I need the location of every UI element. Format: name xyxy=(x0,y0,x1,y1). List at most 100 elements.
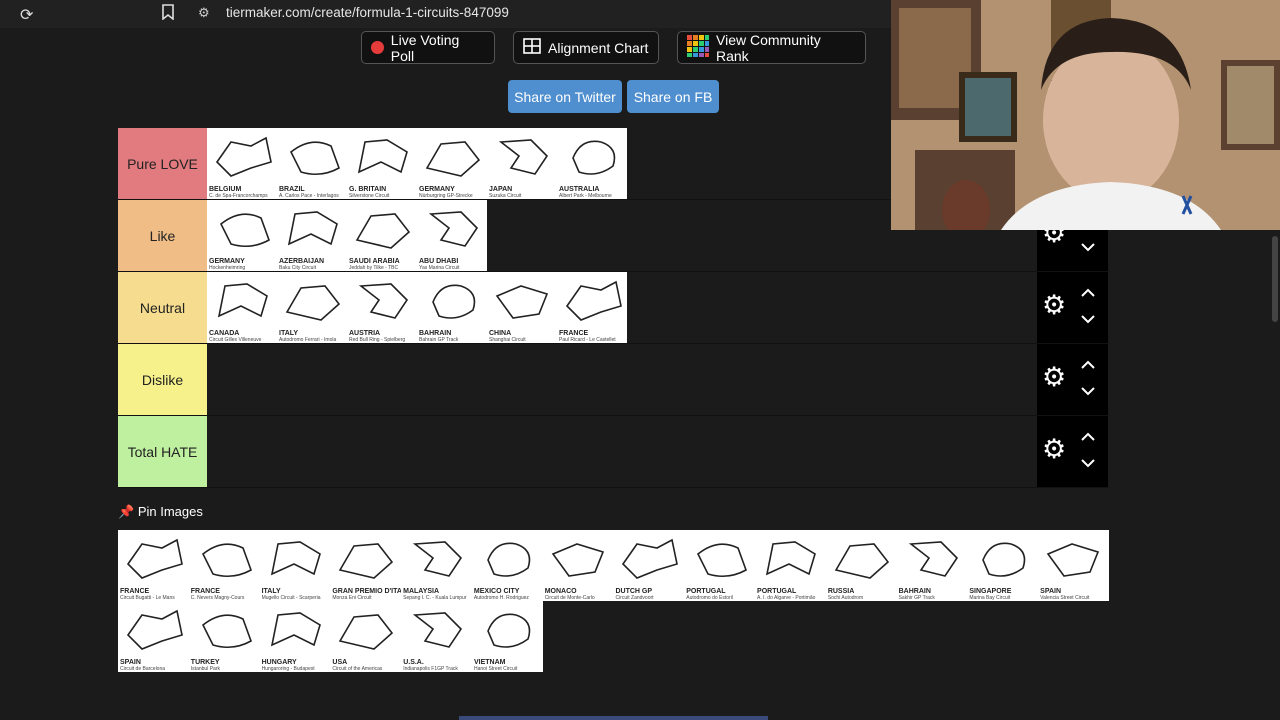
circuit-country: TURKEY xyxy=(190,659,220,666)
circuit-card[interactable]: USA Circuit of the Americas xyxy=(330,601,402,672)
bookmark-icon[interactable] xyxy=(162,4,174,24)
tier-drop-zone[interactable] xyxy=(207,416,1037,487)
grid-icon xyxy=(523,38,541,57)
tier-label[interactable]: Neutral xyxy=(118,272,207,343)
circuit-card[interactable]: FRANCE Paul Ricard - Le Castellet xyxy=(557,272,627,343)
circuit-country: BRAZIL xyxy=(279,186,305,193)
reload-icon[interactable]: ⟳ xyxy=(20,5,33,25)
gear-icon[interactable]: ⚙ xyxy=(1042,436,1066,463)
track-map-icon xyxy=(1046,543,1100,577)
chevron-down-icon[interactable] xyxy=(1081,455,1095,471)
circuit-card[interactable]: CHINA Shanghai Circuit xyxy=(487,272,557,343)
bottom-bar xyxy=(459,716,768,720)
circuit-card[interactable]: JAPAN Suzuka Circuit xyxy=(487,128,557,199)
community-rank-button[interactable]: View Community Rank xyxy=(677,31,866,64)
circuit-card[interactable]: BRAZIL A. Carlos Pace - Interlagos xyxy=(277,128,347,199)
circuit-card[interactable]: SINGAPORE Marina Bay Circuit xyxy=(967,530,1039,601)
alignment-chart-button[interactable]: Alignment Chart xyxy=(513,31,659,64)
track-map-icon xyxy=(339,543,394,579)
gear-icon[interactable]: ⚙ xyxy=(1042,364,1066,391)
circuit-card[interactable]: PORTUGAL A. I. do Algarve - Portimão xyxy=(755,530,826,601)
circuit-card[interactable]: U.S.A. Indianapolis F1GP Track xyxy=(401,601,472,672)
circuit-card[interactable]: TURKEY Istanbul Park xyxy=(188,601,260,672)
circuit-card[interactable]: GERMANY Hockenheimring xyxy=(207,200,277,271)
circuit-name: Circuit Zandvoort xyxy=(615,595,654,601)
circuit-card[interactable]: SPAIN Valencia Street Circuit xyxy=(1038,530,1109,601)
circuit-name: Circuit de Barcelona xyxy=(120,666,166,672)
circuit-card[interactable]: GRAN PREMIO D'ITALIAMonza Eni Circuit xyxy=(330,530,402,601)
site-settings-icon[interactable]: ⚙ xyxy=(198,5,210,21)
track-map-icon xyxy=(413,612,463,648)
circuit-name: Suzuka Circuit xyxy=(489,193,522,199)
circuit-card[interactable]: MALAYSIA Sepang I. C. - Kuala Lumpur xyxy=(401,530,472,601)
circuit-country: MONACO xyxy=(544,588,577,595)
webcam-overlay xyxy=(891,0,1280,230)
share-twitter-button[interactable]: Share on Twitter xyxy=(508,80,622,113)
circuit-card[interactable]: SAUDI ARABIA Jeddah by Tilke - TBC xyxy=(347,200,417,271)
track-map-icon xyxy=(834,543,889,579)
circuit-card[interactable]: MONACO Circuit de Monte-Carlo xyxy=(542,530,614,601)
chevron-down-icon[interactable] xyxy=(1081,311,1095,327)
circuit-country: AUSTRALIA xyxy=(559,186,600,193)
share-fb-button[interactable]: Share on FB xyxy=(627,80,719,113)
circuit-country: SAUDI ARABIA xyxy=(349,258,400,265)
chevron-down-icon[interactable] xyxy=(1081,239,1095,255)
chevron-up-icon[interactable] xyxy=(1081,357,1095,373)
circuit-card[interactable]: BELGIUM C. de Spa-Francorchamps xyxy=(207,128,277,199)
chevron-up-icon[interactable] xyxy=(1081,285,1095,301)
address-bar[interactable]: tiermaker.com/create/formula-1-circuits-… xyxy=(226,5,509,20)
circuit-card[interactable]: ITALY Autodromo Ferrari - Imola xyxy=(277,272,347,343)
circuit-card[interactable]: GERMANY Nürburgring GP-Strecke xyxy=(417,128,487,199)
gear-icon[interactable]: ⚙ xyxy=(1042,292,1066,319)
circuit-country: U.S.A. xyxy=(403,659,424,666)
track-map-icon xyxy=(982,542,1026,577)
circuit-card[interactable]: HUNGARY Hungaroring - Budapest xyxy=(259,601,331,672)
circuit-card[interactable]: AUSTRALIA Albert Park - Melbourne xyxy=(557,128,627,199)
circuit-card[interactable]: RUSSIA Sochi Autodrom xyxy=(825,530,897,601)
circuit-card[interactable]: G. BRITAIN Silverstone Circuit xyxy=(347,128,417,199)
tier-label[interactable]: Like xyxy=(118,200,207,271)
circuit-name: Circuit of the Americas xyxy=(332,666,383,672)
track-map-icon xyxy=(572,140,616,175)
pin-images-toggle[interactable]: 📌 Pin Images xyxy=(118,504,203,520)
tier-drop-zone[interactable] xyxy=(207,344,1037,415)
tier-label[interactable]: Dislike xyxy=(118,344,207,415)
tier-drop-zone[interactable]: CANADA Circuit Gilles Villeneuve ITALY Auto… xyxy=(207,272,1037,343)
circuit-country: SINGAPORE xyxy=(969,588,1012,595)
track-map-icon xyxy=(565,280,622,321)
circuit-card[interactable]: CANADA Circuit Gilles Villeneuve xyxy=(207,272,277,343)
circuit-name: Istanbul Park xyxy=(190,666,220,672)
chevron-up-icon[interactable] xyxy=(1081,429,1095,445)
circuit-card[interactable]: BAHRAIN Bahrain GP Track xyxy=(417,272,487,343)
circuit-card[interactable]: DUTCH GP Circuit Zandvoort xyxy=(613,530,685,601)
circuit-card[interactable]: FRANCE C. Nevers Magny-Cours xyxy=(188,530,260,601)
circuit-name: C. de Spa-Francorchamps xyxy=(209,193,268,199)
pushpin-icon: 📌 xyxy=(118,504,135,519)
circuit-card[interactable]: ITALY Mugello Circuit - Scarperia xyxy=(259,530,331,601)
circuit-card[interactable]: FRANCE Circuit Bugatti - Le Mans xyxy=(118,530,189,601)
tier-label[interactable]: Pure LOVE xyxy=(118,128,207,199)
circuit-name: A. I. do Algarve - Portimão xyxy=(757,595,816,601)
circuit-country: BAHRAIN xyxy=(898,588,931,595)
circuit-card[interactable]: PORTUGAL Autodromo do Estoril xyxy=(684,530,756,601)
track-map-icon xyxy=(270,541,321,576)
circuit-card[interactable]: ABU DHABI Yas Marina Circuit xyxy=(417,200,487,271)
circuit-name: Indianapolis F1GP Track xyxy=(403,666,458,672)
tier-label[interactable]: Total HATE xyxy=(118,416,207,487)
circuit-card[interactable]: SPAIN Circuit de Barcelona xyxy=(118,601,189,672)
circuit-card[interactable]: BAHRAIN Sakhir GP Track xyxy=(896,530,968,601)
track-map-icon xyxy=(219,213,270,248)
live-voting-button[interactable]: Live Voting Poll xyxy=(361,31,495,64)
chevron-down-icon[interactable] xyxy=(1081,383,1095,399)
circuit-name: Hungaroring - Budapest xyxy=(261,666,315,672)
scrollbar-thumb[interactable] xyxy=(1272,236,1278,322)
circuit-card[interactable]: MEXICO CITY Autodromo H. Rodriguez xyxy=(471,530,543,601)
circuit-name: A. Carlos Pace - Interlagos xyxy=(279,193,339,199)
track-map-icon xyxy=(412,541,463,577)
circuit-card[interactable]: AZERBAIJAN Baku City Circuit xyxy=(277,200,347,271)
circuit-card[interactable]: AUSTRIA Red Bull Ring - Spielberg xyxy=(347,272,417,343)
track-map-icon xyxy=(622,538,679,579)
track-map-icon xyxy=(217,283,268,318)
circuit-card[interactable]: VIETNAM Hanoi Street Circuit xyxy=(471,601,543,672)
circuit-country: USA xyxy=(332,659,348,666)
